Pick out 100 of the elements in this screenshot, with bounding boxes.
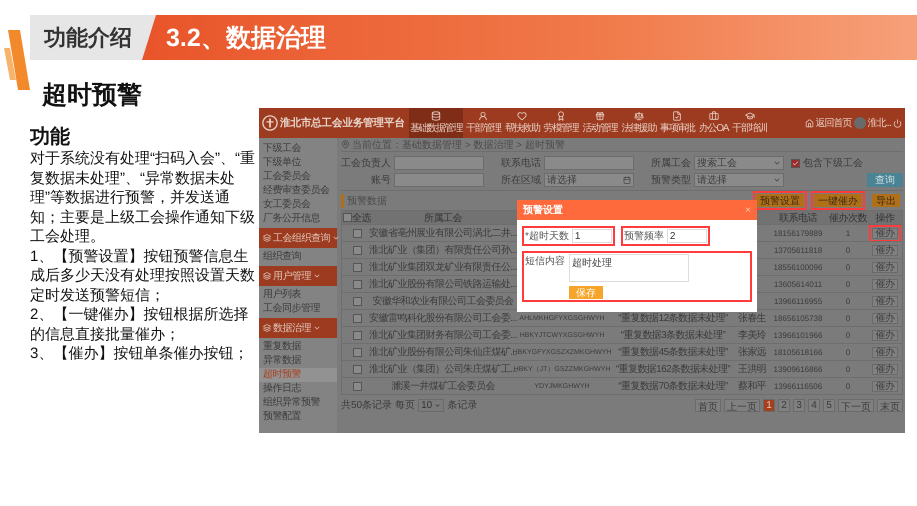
sidebar-group[interactable]: 工会组织查询 <box>259 228 337 248</box>
sidebar-item[interactable]: 操作日志 <box>259 382 337 396</box>
select-field[interactable]: 搜索工会 <box>694 156 784 170</box>
nav-tab[interactable]: 干部培训 <box>731 108 768 138</box>
slash-decoration <box>4 30 30 90</box>
table-cell: 13966116955 <box>768 292 828 309</box>
remind-button[interactable]: 催办 <box>872 296 898 306</box>
sidebar-item[interactable]: 用户列表 <box>259 288 337 302</box>
checkbox[interactable] <box>352 382 362 390</box>
location-pin-icon <box>341 140 350 149</box>
input-field[interactable] <box>544 156 634 170</box>
table-cell: 13705611818 <box>768 241 828 258</box>
app-title: 淮北市总工会业务管理平台 <box>280 116 405 130</box>
remind-button[interactable]: 催办 <box>872 278 898 290</box>
page-button[interactable]: 4 <box>808 398 820 412</box>
sidebar-item[interactable]: 工会委员会 <box>259 170 337 184</box>
sidebar-item[interactable]: 超时预警 <box>259 368 337 382</box>
page-button[interactable]: 上一页 <box>724 398 760 412</box>
date-field[interactable]: 请选择 <box>544 173 634 187</box>
sidebar-item[interactable]: 下级单位 <box>259 156 337 170</box>
nav-tab[interactable]: 基础数据管理 <box>408 108 464 138</box>
power-icon[interactable] <box>893 118 902 128</box>
remind-button[interactable]: 催办 <box>872 380 898 392</box>
remind-button[interactable]: 催办 <box>872 330 898 340</box>
remind-button[interactable]: 催办 <box>872 364 898 374</box>
close-button[interactable]: × <box>745 204 751 216</box>
table-cell: 蔡和平 <box>736 377 768 394</box>
remind-button[interactable]: 催办 <box>872 312 898 324</box>
sidebar-item[interactable]: 女工委员会 <box>259 198 337 212</box>
nav-tab[interactable]: 劳模管理 <box>542 108 580 138</box>
table-cell: 0 <box>828 360 868 377</box>
per-page-select[interactable]: 10 <box>418 398 444 412</box>
sidebar-item[interactable]: 下级工会 <box>259 142 337 156</box>
page-button[interactable]: 末页 <box>877 398 903 412</box>
page-button[interactable]: 5 <box>823 398 835 412</box>
checkbox[interactable] <box>352 364 362 374</box>
checkbox[interactable] <box>352 246 362 254</box>
filter-label: 工会负责人 <box>341 156 391 170</box>
chevron-down-icon <box>313 324 321 332</box>
checkbox[interactable] <box>352 330 362 340</box>
checkbox[interactable] <box>343 213 352 222</box>
layers-icon <box>263 324 271 332</box>
calendar-icon <box>623 176 631 184</box>
action-button[interactable]: 导出 <box>872 194 900 207</box>
dialog-title: 预警设置 <box>523 204 563 217</box>
action-button[interactable]: 一键催办 <box>814 194 862 207</box>
checkbox[interactable] <box>352 262 362 272</box>
sidebar-item[interactable]: 经费审查委员会 <box>259 184 337 198</box>
select-field[interactable]: 请选择 <box>694 173 784 187</box>
layers-icon <box>263 234 271 242</box>
page-button[interactable]: 1 <box>763 398 775 412</box>
search-button[interactable]: 查询 <box>867 173 903 187</box>
table-cell: 0 <box>828 326 868 343</box>
checkbox[interactable] <box>352 348 362 356</box>
message-field[interactable]: 超时处理 <box>569 254 689 282</box>
page-button[interactable]: 2 <box>778 398 790 412</box>
remind-button[interactable]: 催办 <box>872 244 898 256</box>
input-field[interactable] <box>394 173 484 187</box>
checkbox[interactable] <box>352 296 362 306</box>
sidebar-group[interactable]: 用户管理 <box>259 266 337 286</box>
remind-button[interactable]: 催办 <box>872 228 898 238</box>
page-button[interactable]: 首页 <box>695 398 721 412</box>
nav-tab[interactable]: 活动管理 <box>581 108 618 138</box>
column-header: 催办次数 <box>828 212 868 224</box>
nav-tab[interactable]: 干部管理 <box>465 108 502 138</box>
action-button[interactable]: 预警设置 <box>756 194 804 207</box>
sidebar-item[interactable]: 重复数据 <box>259 340 337 354</box>
filter-label: 所属工会 <box>650 156 691 170</box>
page-button[interactable]: 3 <box>793 398 805 412</box>
nav-tab[interactable]: 办公OA <box>698 108 730 138</box>
sidebar-item[interactable]: 组织查询 <box>259 250 337 264</box>
table-cell: 13909616866 <box>768 360 828 377</box>
checkbox-label: 包含下级工会 <box>803 156 863 170</box>
description-title: 功能 <box>30 125 71 149</box>
input-field[interactable]: 2 <box>666 229 707 243</box>
nav-tab[interactable]: 事项审批 <box>659 108 696 138</box>
field-label: 预警频率 <box>624 230 664 243</box>
input-field[interactable] <box>394 156 484 170</box>
checkbox[interactable] <box>791 158 800 168</box>
input-field[interactable]: 1 <box>572 229 612 243</box>
page-button[interactable]: 下一页 <box>838 398 874 412</box>
remind-button[interactable]: 催办 <box>872 346 898 358</box>
avatar <box>854 117 866 129</box>
checkbox[interactable] <box>352 314 362 322</box>
sidebar-item[interactable]: 异常数据 <box>259 354 337 368</box>
nav-tab[interactable]: 帮扶救助 <box>504 108 541 138</box>
save-button[interactable]: 保存 <box>569 286 603 299</box>
sidebar-group[interactable]: 数据治理 <box>259 318 337 338</box>
filter-label: 所在区域 <box>500 174 541 187</box>
checkbox[interactable] <box>352 228 362 238</box>
home-link[interactable]: 返回首页 <box>816 116 852 130</box>
sidebar-item[interactable]: 预警配置 <box>259 410 337 424</box>
checkbox[interactable] <box>352 280 362 288</box>
sidebar-item[interactable]: 工会同步管理 <box>259 302 337 316</box>
nav-tab[interactable]: 法律援助 <box>620 108 658 138</box>
sidebar-item[interactable]: 厂务公开信息 <box>259 212 337 226</box>
nav-icon <box>634 111 644 121</box>
remind-button[interactable]: 催办 <box>872 262 898 272</box>
sidebar-item[interactable]: 组织异常预警 <box>259 396 337 410</box>
description-paragraph: 3、【催办】按钮单条催办按钮； <box>30 344 250 364</box>
